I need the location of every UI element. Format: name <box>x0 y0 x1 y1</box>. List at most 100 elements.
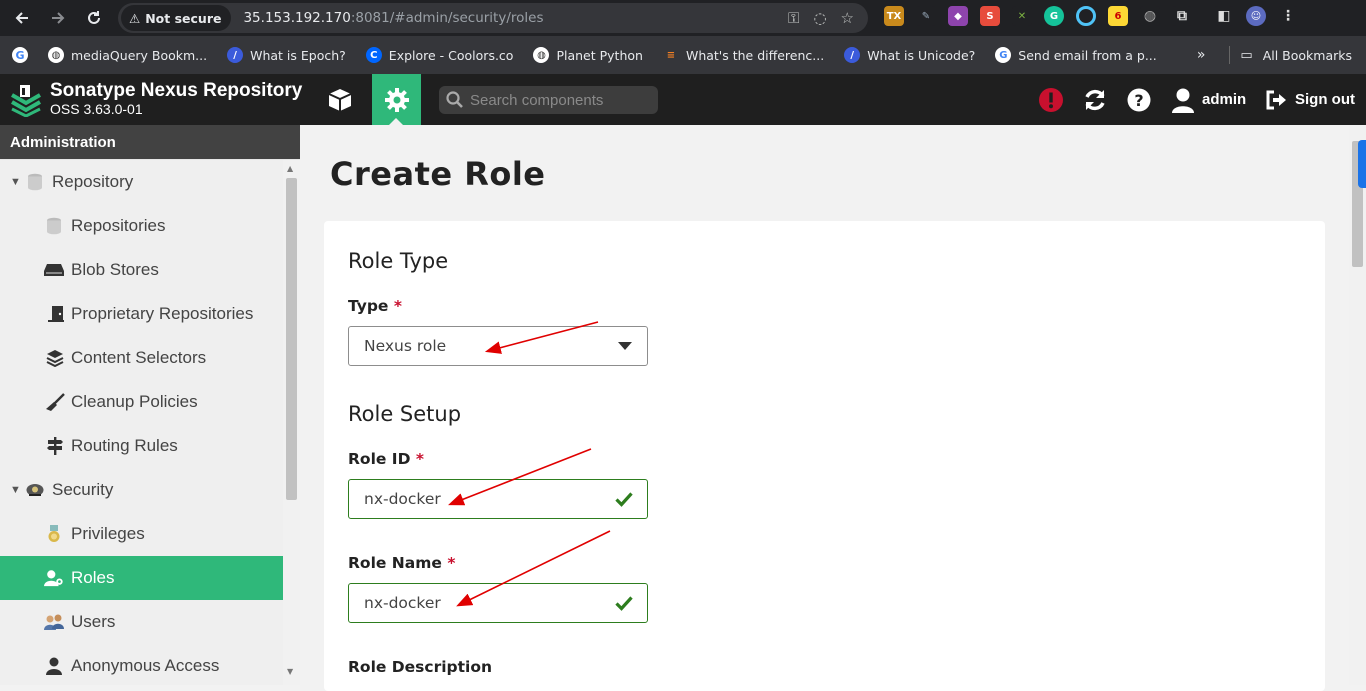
database-icon <box>25 172 45 192</box>
chevron-double-right-icon[interactable]: » <box>1197 47 1206 63</box>
refresh-icon <box>1085 89 1105 110</box>
role-type-heading: Role Type <box>348 249 449 273</box>
hdd-icon <box>44 260 64 280</box>
reload-button[interactable] <box>76 0 112 36</box>
globe-icon: ◍ <box>48 47 64 63</box>
user-icon <box>1172 88 1194 113</box>
coolors-icon: C <box>365 47 382 63</box>
brand-version: OSS 3.63.0-01 <box>50 101 143 117</box>
browse-mode-button[interactable] <box>315 74 364 125</box>
door-icon <box>46 304 66 324</box>
required-marker: * <box>447 554 456 572</box>
active-pointer <box>389 118 403 125</box>
sidebar-item-blob-stores[interactable]: Blob Stores <box>0 248 283 292</box>
sidebar-item-security[interactable]: ▼ Security <box>0 468 283 512</box>
role-setup-heading: Role Setup <box>348 402 462 426</box>
role-name-label: Role Name * <box>348 554 456 572</box>
signout-button[interactable]: Sign out <box>1265 74 1355 125</box>
user-menu[interactable]: admin <box>1171 74 1246 125</box>
extension-icon[interactable]: TX <box>884 6 904 26</box>
scroll-down-icon[interactable]: ▼ <box>287 667 293 676</box>
security-chip[interactable]: ⚠ Not secure <box>121 5 232 31</box>
sidebar-item-repositories[interactable]: Repositories <box>0 204 283 248</box>
bookmark-item[interactable]: ≡ What's the differenc... <box>663 47 824 63</box>
bookmark-item[interactable]: ◍ mediaQuery Bookm... <box>48 47 207 63</box>
avatar[interactable]: ☺ <box>1246 6 1266 26</box>
back-button[interactable] <box>4 0 40 36</box>
sonatype-logo-icon <box>11 85 41 117</box>
sidebar-scrollbar[interactable]: ▲ ▼ <box>283 160 300 685</box>
help-button[interactable]: ? <box>1127 74 1151 125</box>
arrow-left-icon <box>15 12 28 24</box>
tool-icon[interactable]: ✕ <box>1012 6 1032 26</box>
check-icon <box>615 595 633 615</box>
type-select[interactable]: Nexus role <box>348 326 648 366</box>
bookmark-item[interactable]: G Send email from a p... <box>995 47 1157 63</box>
sidebar-item-repository[interactable]: ▼ Repository <box>0 160 283 204</box>
all-bookmarks-link[interactable]: All Bookmarks <box>1263 48 1352 63</box>
sidebar-item-routing-rules[interactable]: Routing Rules <box>0 424 283 468</box>
eyedropper-icon[interactable]: ✎ <box>916 6 936 26</box>
sidebar-scroll-thumb[interactable] <box>286 178 297 500</box>
extension-icon[interactable]: ◆ <box>948 6 968 26</box>
scroll-up-icon[interactable]: ▲ <box>287 164 293 173</box>
key-icon[interactable]: ⚿ <box>788 9 799 27</box>
reload-icon <box>88 11 100 24</box>
address-bar[interactable]: ⚠ Not secure 35.153.192.170:8081/#admin/… <box>118 3 868 33</box>
globe-icon: ◍ <box>533 47 550 63</box>
sidebar-item-users[interactable]: Users <box>0 600 283 644</box>
globe-icon[interactable]: ◍ <box>1140 6 1160 26</box>
browser-toolbar: ⚠ Not secure 35.153.192.170:8081/#admin/… <box>0 0 1366 36</box>
sidebar-title: Administration <box>0 125 300 159</box>
grammarly-icon[interactable]: G <box>1044 6 1064 26</box>
sidebar-item-anonymous-access[interactable]: Anonymous Access <box>0 644 283 688</box>
sidebar-item-content-selectors[interactable]: Content Selectors <box>0 336 283 380</box>
required-marker: * <box>393 297 402 315</box>
role-id-input[interactable]: nx-docker <box>348 479 648 519</box>
bookmark-item[interactable]: C Explore - Coolors.co <box>365 47 513 63</box>
bookmark-item[interactable]: / What is Epoch? <box>227 47 346 63</box>
color-ring-icon[interactable] <box>1076 6 1096 26</box>
page-title: Create Role <box>330 155 546 193</box>
more-vert-icon[interactable]: ⋮ <box>1278 6 1298 26</box>
bookmark-item[interactable]: / What is Unicode? <box>844 47 975 63</box>
users-icon <box>44 612 64 632</box>
bookmark-item[interactable]: ◍ Planet Python <box>533 47 643 63</box>
extension-icon[interactable]: S <box>980 6 1000 26</box>
bookmarks-bar: G ◍ mediaQuery Bookm... / What is Epoch? C… <box>0 36 1366 74</box>
page-edge-indicator <box>1358 140 1366 188</box>
check-icon <box>615 491 633 511</box>
star-icon[interactable]: ☆ <box>841 9 854 27</box>
role-name-input[interactable]: nx-docker <box>348 583 648 623</box>
caret-down-icon[interactable]: ▼ <box>10 484 21 496</box>
caret-down-icon[interactable]: ▼ <box>10 176 21 188</box>
forward-button[interactable] <box>40 0 76 36</box>
refresh-button[interactable] <box>1082 74 1108 125</box>
layers-icon <box>45 348 65 368</box>
search-input[interactable]: Search components <box>439 86 658 114</box>
exclamation-icon <box>1039 87 1063 112</box>
svg-text:?: ? <box>1134 91 1143 110</box>
puzzle-icon[interactable]: ⧉ <box>1172 6 1192 26</box>
folder-icon: ▭ <box>1240 47 1253 63</box>
required-marker: * <box>415 450 424 468</box>
extension-icon[interactable]: 6 <box>1108 6 1128 26</box>
eye-off-icon[interactable]: ◌ <box>813 9 826 27</box>
caret-down-icon[interactable] <box>617 338 633 358</box>
page-scrollbar[interactable] <box>1349 125 1366 685</box>
main-panel: Create Role Role Type Type * Nexus role … <box>300 125 1349 691</box>
sidebar-item-roles[interactable]: Roles <box>0 556 283 600</box>
sidebar-item-proprietary-repositories[interactable]: Proprietary Repositories <box>0 292 283 336</box>
signout-icon <box>1266 90 1286 109</box>
sidebar-item-cleanup-policies[interactable]: Cleanup Policies <box>0 380 283 424</box>
type-label: Type * <box>348 297 402 315</box>
cube-icon <box>328 88 351 111</box>
sidebar-item-privileges[interactable]: Privileges <box>0 512 283 556</box>
alert-button[interactable] <box>1038 74 1064 125</box>
help-icon: ? <box>1127 88 1151 111</box>
admin-sidebar: Administration ▼ Repository Repositories… <box>0 125 300 685</box>
url-text: 35.153.192.170:8081/#admin/security/role… <box>243 10 544 26</box>
sidepanel-icon[interactable]: ◧ <box>1214 6 1234 26</box>
google-icon[interactable]: G <box>12 47 28 63</box>
create-role-form: Role Type Type * Nexus role Role Setup R… <box>324 221 1325 691</box>
